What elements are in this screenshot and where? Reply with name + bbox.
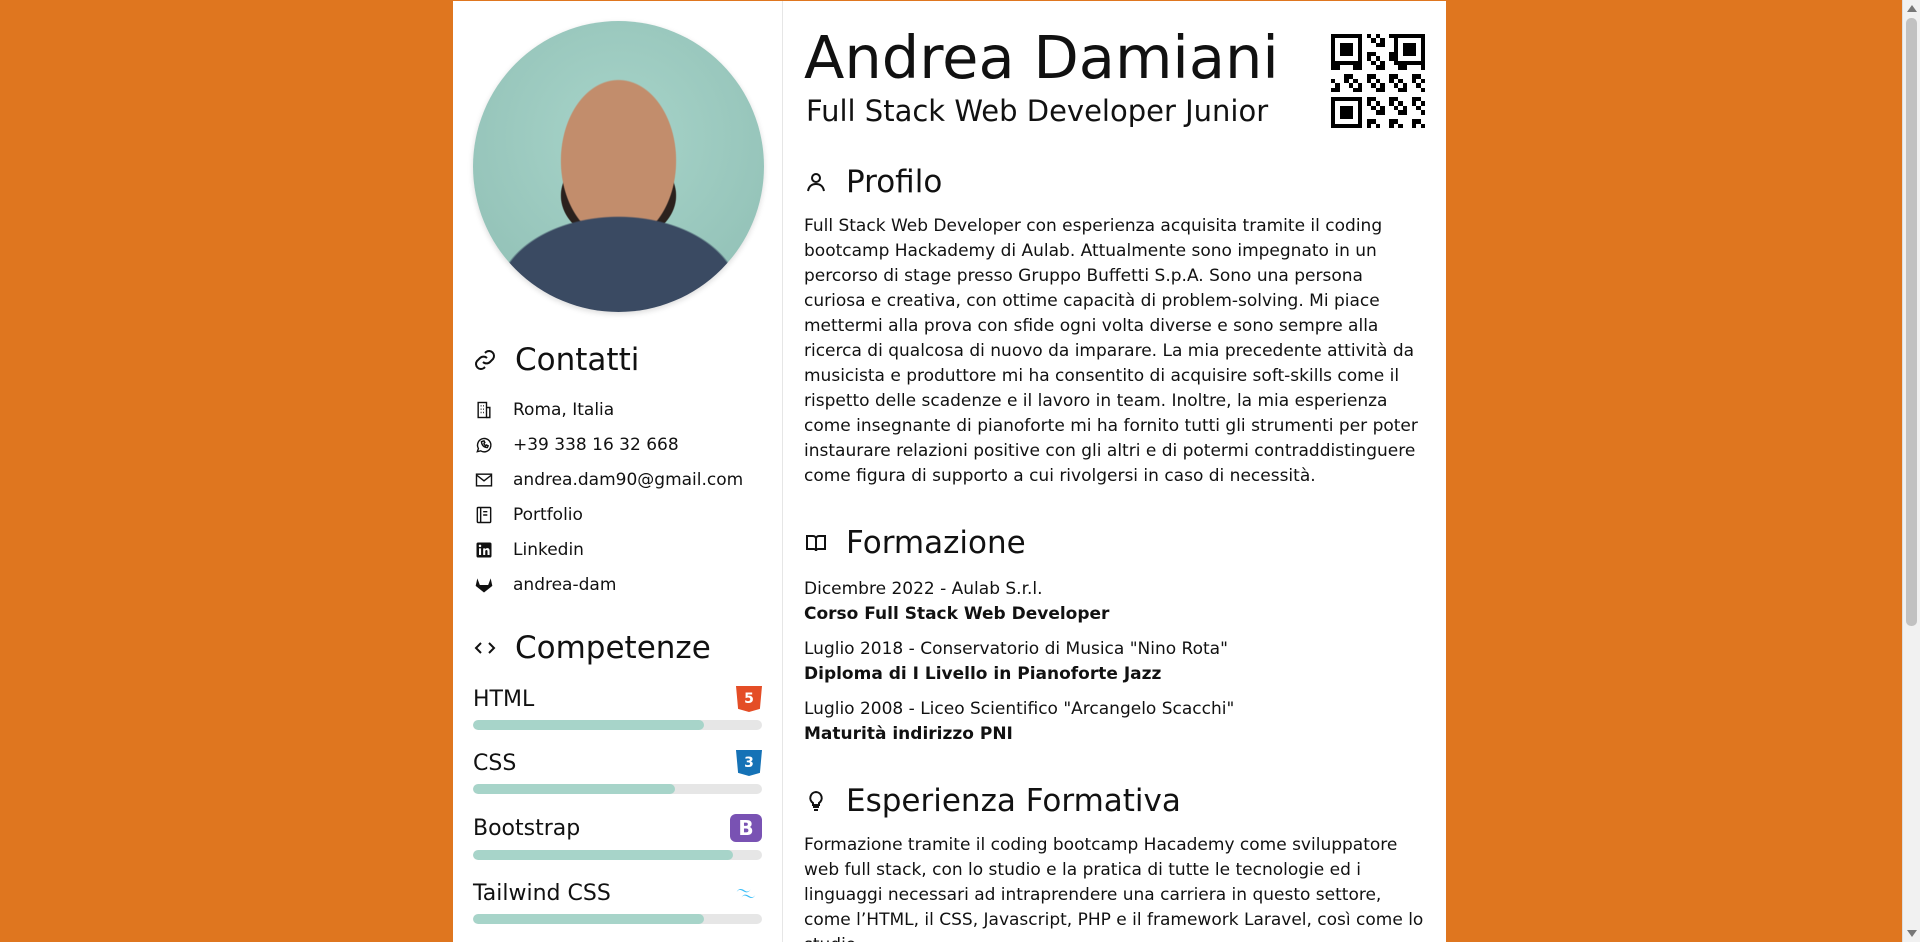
contact-email[interactable]: andrea.dam90@gmail.com: [473, 462, 762, 497]
qr-code: [1331, 34, 1425, 128]
skill-bar: [473, 914, 762, 924]
contact-linkedin[interactable]: Linkedin: [473, 532, 762, 567]
main-content: Andrea Damiani Full Stack Web Developer …: [783, 1, 1446, 942]
profile-title: Profilo: [804, 164, 1425, 200]
user-icon: [807, 173, 825, 192]
skill-bar-fill: [473, 784, 676, 794]
education-item: Dicembre 2022 - Aulab S.r.l. Corso Full …: [804, 577, 1425, 627]
education-title: Maturità indirizzo PNI: [804, 724, 1013, 744]
education-list: Dicembre 2022 - Aulab S.r.l. Corso Full …: [804, 577, 1425, 747]
skills-title-text: Competenze: [515, 630, 711, 666]
page-scrollbar[interactable]: [1902, 0, 1920, 942]
contact-email-text[interactable]: andrea.dam90@gmail.com: [513, 470, 743, 490]
book-icon: [806, 535, 826, 552]
skill-name: Tailwind CSS: [473, 880, 611, 906]
code-icon: [474, 642, 496, 654]
education-title: Diploma di I Livello in Pianoforte Jazz: [804, 664, 1162, 684]
sidebar: Contatti Roma, Italia +39 338 16 32 668 …: [453, 1, 783, 942]
lightbulb-icon: [809, 790, 823, 811]
contact-portfolio[interactable]: Portfolio: [473, 497, 762, 532]
skill-name: HTML: [473, 686, 535, 712]
education-item: Luglio 2008 - Liceo Scientifico "Arcange…: [804, 697, 1425, 747]
tailwind-icon: [730, 880, 762, 906]
profile-photo: [473, 21, 764, 312]
profile-text: Full Stack Web Developer con esperienza …: [804, 216, 1418, 486]
gitlab-icon: [473, 574, 495, 596]
experience-text: Formazione tramite il coding bootcamp Ha…: [804, 835, 1424, 942]
education-title-text: Formazione: [846, 525, 1026, 561]
contact-location-text: Roma, Italia: [513, 399, 615, 420]
skill-bar: [473, 720, 762, 730]
contact-gitlab-text[interactable]: andrea-dam: [513, 575, 616, 595]
skill-tailwind: Tailwind CSS: [473, 880, 762, 924]
contact-location: Roma, Italia: [473, 392, 762, 427]
skill-bootstrap: Bootstrap B: [473, 814, 762, 860]
contact-phone-text[interactable]: +39 338 16 32 668: [513, 435, 679, 455]
scroll-up-icon[interactable]: [1907, 5, 1917, 12]
scroll-down-icon[interactable]: [1907, 930, 1917, 937]
skill-bar: [473, 784, 762, 794]
contacts-title: Contatti: [473, 342, 762, 378]
contact-phone[interactable]: +39 338 16 32 668: [473, 427, 762, 462]
qr-module: [1420, 123, 1425, 128]
contact-linkedin-text[interactable]: Linkedin: [513, 540, 584, 560]
contacts-title-text: Contatti: [515, 342, 640, 378]
contact-list: Roma, Italia +39 338 16 32 668 andrea.da…: [473, 392, 762, 602]
link-icon: [475, 350, 495, 370]
education-date: Luglio 2008 - Liceo Scientifico "Arcange…: [804, 699, 1235, 719]
education-item: Luglio 2018 - Conservatorio di Musica "N…: [804, 637, 1425, 687]
skill-name: CSS: [473, 750, 517, 776]
building-icon: [473, 399, 495, 421]
html5-icon: 5: [736, 686, 762, 712]
bootstrap-icon: B: [730, 814, 762, 842]
skill-bar-fill: [473, 850, 734, 860]
skill-html: HTML 5: [473, 686, 762, 730]
skill-css: CSS 3: [473, 750, 762, 794]
skill-bar-fill: [473, 914, 705, 924]
skill-bar-fill: [473, 720, 705, 730]
contact-gitlab[interactable]: andrea-dam: [473, 567, 762, 602]
education-date: Dicembre 2022 - Aulab S.r.l.: [804, 579, 1043, 599]
mail-icon: [473, 469, 495, 491]
skill-bar: [473, 850, 762, 860]
resume-header: Andrea Damiani Full Stack Web Developer …: [804, 26, 1425, 128]
linkedin-icon: [473, 539, 495, 561]
css3-icon: 3: [736, 750, 762, 776]
experience-title: Esperienza Formativa: [804, 783, 1425, 819]
scrollbar-thumb[interactable]: [1906, 18, 1917, 626]
profile-title-text: Profilo: [846, 164, 943, 200]
education-date: Luglio 2018 - Conservatorio di Musica "N…: [804, 639, 1228, 659]
skills-title: Competenze: [473, 630, 762, 666]
portfolio-icon: [473, 504, 495, 526]
education-title: Corso Full Stack Web Developer: [804, 604, 1110, 624]
education-title: Formazione: [804, 525, 1425, 561]
contact-portfolio-text[interactable]: Portfolio: [513, 505, 583, 525]
whatsapp-icon: [473, 434, 495, 456]
resume-page: Contatti Roma, Italia +39 338 16 32 668 …: [453, 1, 1446, 942]
experience-title-text: Esperienza Formativa: [846, 783, 1181, 819]
skill-name: Bootstrap: [473, 815, 581, 841]
